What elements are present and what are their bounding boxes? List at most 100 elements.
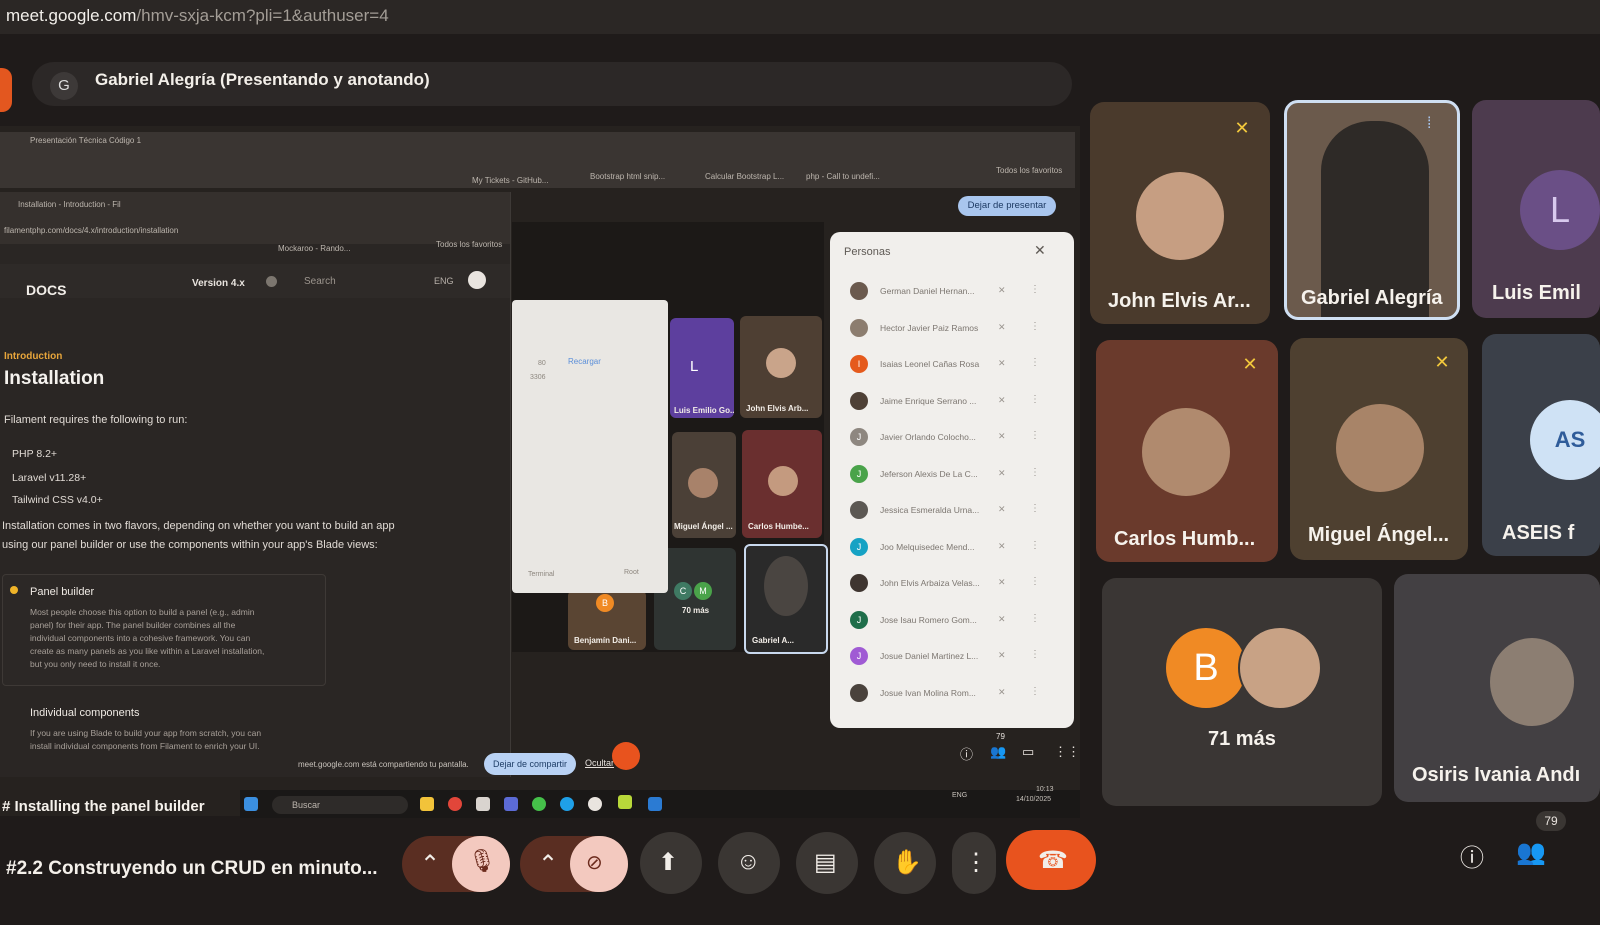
people-list-item[interactable]: I Isaias Leonel Cañas Rosa ✕ ⋮	[850, 353, 1050, 377]
folder-icon[interactable]	[420, 797, 434, 811]
avatar: J	[850, 464, 868, 483]
participant-name: Miguel Ángel...	[1308, 524, 1450, 546]
hand-icon: ✋	[892, 849, 922, 876]
captions-button[interactable]: ▤	[796, 832, 858, 894]
participant-tile-miguel[interactable]: ✕ Miguel Ángel...	[1290, 338, 1468, 560]
docs-flavors-line2: using our panel builder or use the compo…	[2, 539, 378, 551]
chevron-up-icon[interactable]: ⌃	[418, 850, 442, 879]
people-list-item[interactable]: J Jose Isau Romero Gom... ✕ ⋮	[850, 609, 1050, 633]
raise-hand-button[interactable]: ✋	[874, 832, 936, 894]
reactions-button[interactable]: ☺	[718, 832, 780, 894]
kebab-menu-icon[interactable]: ⋮	[1030, 357, 1040, 368]
github-icon[interactable]	[468, 271, 486, 289]
kebab-menu-icon[interactable]: ⋮	[1030, 686, 1040, 697]
mic-off-icon: ✕	[998, 394, 1006, 405]
whatsapp-icon[interactable]	[532, 797, 546, 811]
theme-toggle-icon[interactable]	[266, 276, 277, 287]
participant-tile-aseis[interactable]: AS ASEIS f	[1482, 334, 1600, 556]
people-list-item[interactable]: J Josue Daniel Martinez L... ✕ ⋮	[850, 645, 1050, 669]
people-list-item[interactable]: Hector Javier Paiz Ramos ✕ ⋮	[850, 317, 1050, 341]
app-icon[interactable]	[504, 797, 518, 811]
popup-terminal[interactable]: Terminal	[528, 571, 554, 578]
radio-selected-icon[interactable]	[10, 586, 18, 594]
people-list-item[interactable]: John Elvis Arbaiza Velas... ✕ ⋮	[850, 572, 1050, 596]
docs-lang[interactable]: ENG	[434, 276, 454, 286]
panel-builder-text: Most people choose this option to build …	[30, 607, 265, 669]
participant-name: Hector Javier Paiz Ramos	[880, 322, 979, 333]
bookmark-mockaroo: Mockaroo - Rando...	[278, 244, 351, 253]
avatar	[1238, 626, 1322, 710]
people-list-item[interactable]: J Jeferson Alexis De La C... ✕ ⋮	[850, 463, 1050, 487]
edge-icon[interactable]	[560, 797, 574, 811]
mic-off-icon: ✕	[998, 431, 1006, 441]
popup-port-1: 80	[538, 360, 546, 367]
url-text[interactable]: meet.google.com/hmv-sxja-kcm?pli=1&authu…	[6, 6, 389, 26]
github-desktop-icon[interactable]	[588, 797, 602, 811]
docs-heading-installing: # Installing the panel builder	[2, 798, 205, 815]
camera-off-icon: ⊘	[586, 852, 603, 874]
participant-tile-carlos[interactable]: ✕ Carlos Humb...	[1096, 340, 1278, 562]
kebab-menu-icon[interactable]: ⋮	[1030, 649, 1040, 660]
docs-version[interactable]: Version 4.x	[192, 278, 245, 289]
kebab-menu-icon[interactable]: ⋮	[1030, 430, 1040, 441]
popup-root[interactable]: Root	[624, 569, 639, 576]
people-list-item[interactable]: J Javier Orlando Colocho... ✕ ⋮	[850, 426, 1050, 450]
kebab-menu-icon[interactable]: ⋮	[1030, 467, 1040, 478]
participant-tile-more[interactable]: B 71 más	[1102, 578, 1382, 806]
camera-off-button[interactable]: ⊘	[570, 836, 628, 892]
docs-logo[interactable]: DOCS	[26, 282, 66, 298]
docs-search[interactable]: Search	[304, 276, 336, 287]
kebab-menu-icon[interactable]: ⋮	[1030, 613, 1040, 624]
store-icon[interactable]	[476, 797, 490, 811]
mic-off-icon: ✕	[1242, 354, 1258, 374]
kebab-menu-icon[interactable]: ⋮	[1030, 394, 1040, 405]
popup-reload-link[interactable]: Recargar	[568, 357, 601, 366]
hide-link[interactable]: Ocultar	[585, 758, 614, 768]
req-php: PHP 8.2+	[12, 448, 58, 460]
chevron-up-icon[interactable]: ⌃	[536, 850, 560, 879]
vscode-icon[interactable]	[648, 797, 662, 811]
info-icon[interactable]: ⓘ	[960, 744, 973, 763]
people-list-item[interactable]: Jessica Esmeralda Urna... ✕ ⋮	[850, 499, 1050, 523]
windows-start-icon[interactable]	[244, 797, 258, 811]
taskbar-search[interactable]: Buscar	[272, 796, 408, 814]
kebab-menu-icon[interactable]: ⋮	[1030, 576, 1040, 587]
inner-tile-luis: L Luis Emilio Go...	[670, 318, 734, 418]
end-call-button[interactable]: ☎	[1006, 830, 1096, 890]
present-button[interactable]: ⬆	[640, 832, 702, 894]
kebab-menu-icon[interactable]: ⋮	[1030, 284, 1040, 295]
people-icon[interactable]: 👥	[1516, 838, 1546, 867]
mic-off-icon: ✕	[998, 686, 1006, 697]
inner-end-call-button[interactable]	[612, 742, 640, 770]
chrome-icon[interactable]	[448, 797, 462, 811]
kebab-menu-icon[interactable]: ⋮	[1030, 321, 1040, 332]
taskbar-lang[interactable]: ENG	[952, 792, 967, 799]
participant-name: Jeferson Alexis De La C...	[880, 468, 978, 479]
participant-tile-john[interactable]: ✕ John Elvis Ar...	[1090, 102, 1270, 324]
participant-name: Jose Isau Romero Gom...	[880, 614, 977, 625]
people-list-item[interactable]: J Joo Melquisedec Mend... ✕ ⋮	[850, 536, 1050, 560]
participant-tile-luis[interactable]: L Luis Emil	[1472, 100, 1600, 318]
notepad-icon[interactable]	[618, 795, 632, 809]
chat-icon[interactable]: ▭	[1022, 744, 1034, 760]
info-icon[interactable]: ⓘ	[1460, 838, 1484, 873]
inner-stop-presenting-button[interactable]: Dejar de presentar	[958, 196, 1056, 216]
mic-off-button[interactable]: 🎙	[452, 836, 510, 892]
participant-tile-gabriel[interactable]: ⁞ Gabriel Alegría	[1284, 100, 1460, 320]
mic-off-icon: ✕	[998, 358, 1006, 368]
docs-intro: Filament requires the following to run:	[4, 414, 188, 426]
people-list-item[interactable]: German Daniel Hernan... ✕ ⋮	[850, 280, 1050, 304]
apps-grid-icon[interactable]: ⋮⋮	[1054, 744, 1080, 760]
people-list-item[interactable]: Josue Ivan Molina Rom... ✕ ⋮	[850, 682, 1050, 706]
docs-flavors-line1: Installation comes in two flavors, depen…	[2, 520, 395, 532]
more-options-button[interactable]: ⋮	[952, 832, 996, 894]
individual-components-title[interactable]: Individual components	[30, 707, 139, 719]
stop-sharing-button[interactable]: Dejar de compartir	[484, 753, 576, 775]
people-icon[interactable]: 👥	[990, 744, 1006, 760]
kebab-menu-icon[interactable]: ⋮	[1030, 503, 1040, 514]
present-screen-icon: ⬆	[658, 849, 679, 876]
kebab-menu-icon[interactable]: ⋮	[1030, 540, 1040, 551]
people-list-item[interactable]: Jaime Enrique Serrano ... ✕ ⋮	[850, 390, 1050, 414]
participant-tile-osiris[interactable]: Osiris Ivania Andı	[1394, 574, 1600, 802]
close-icon[interactable]: ✕	[1034, 242, 1046, 259]
